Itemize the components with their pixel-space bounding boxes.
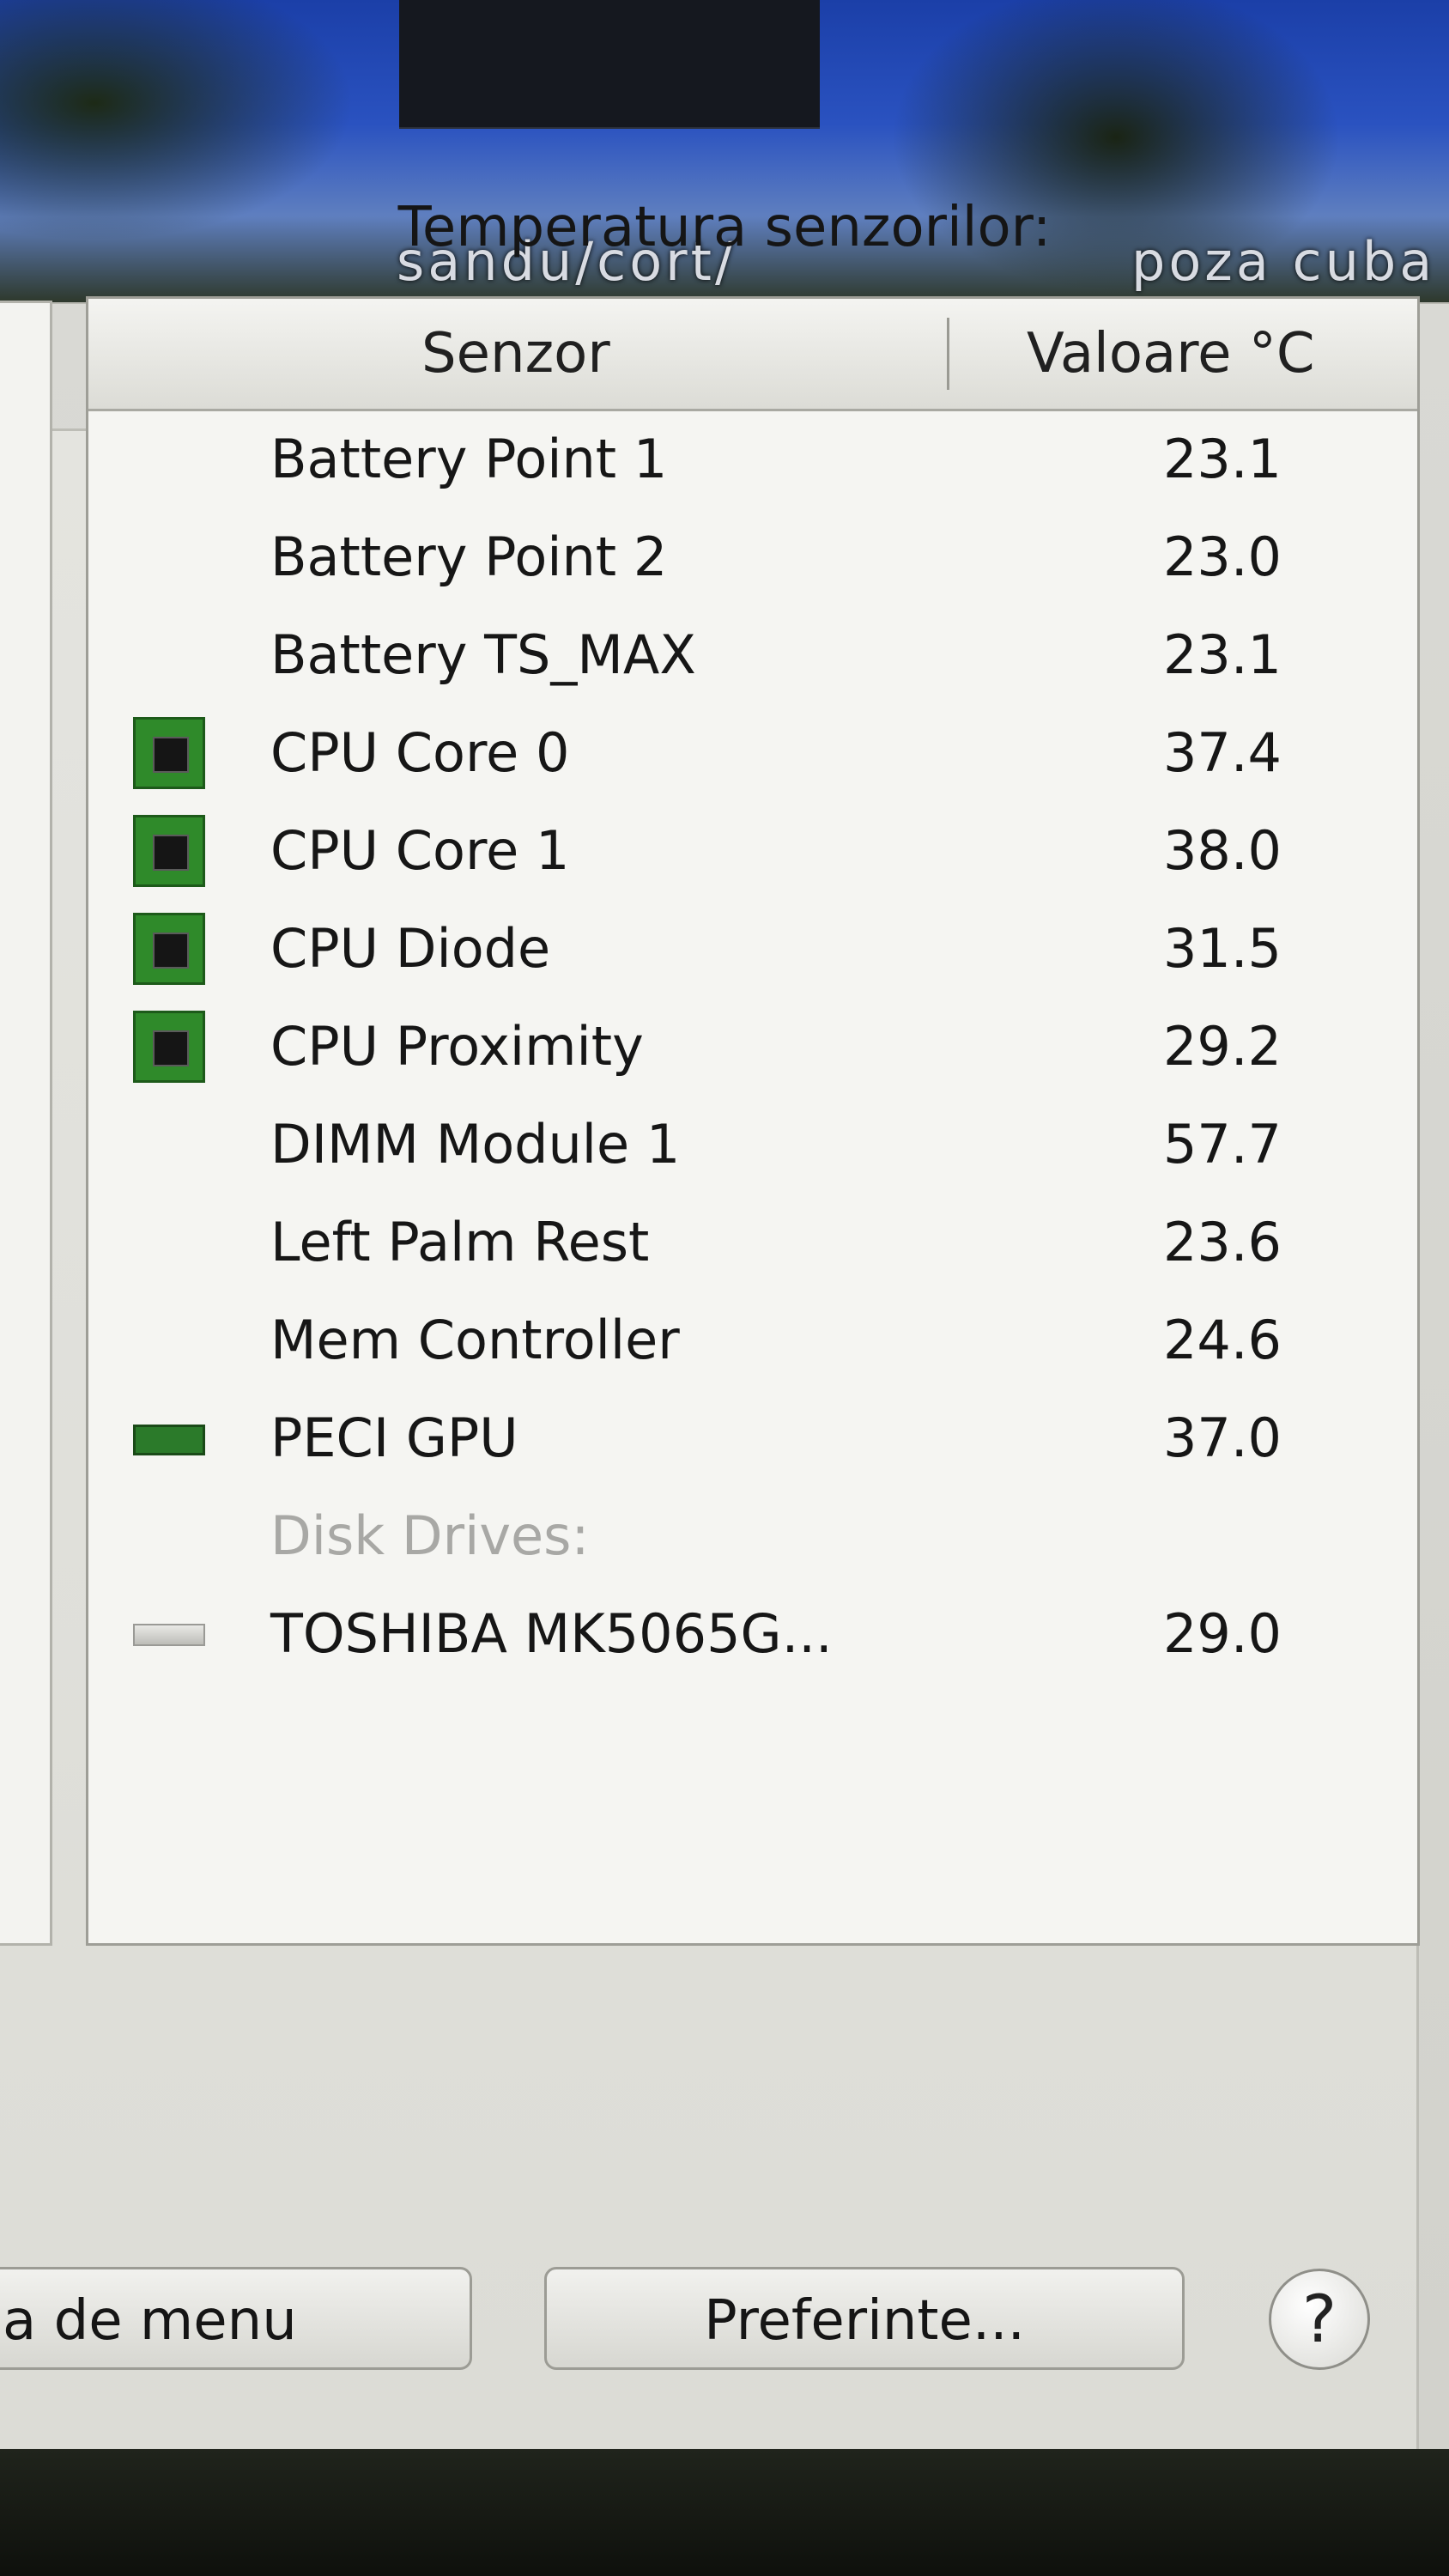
sensor-table[interactable]: Senzor Valoare °C Battery Point 1 23.1 Bat… bbox=[86, 296, 1420, 1946]
sensor-name: Left Palm Rest bbox=[270, 1211, 650, 1273]
sensor-name: Battery TS_MAX bbox=[270, 623, 696, 686]
column-divider[interactable] bbox=[947, 318, 949, 390]
sensor-name: Battery Point 1 bbox=[270, 428, 668, 490]
cpu-chip-icon-shape bbox=[133, 913, 205, 985]
desktop-background: sandu/cort/ poza cuba bbox=[0, 0, 1449, 309]
table-row[interactable]: DIMM Module 1 57.7 bbox=[88, 1096, 1417, 1194]
sensor-value: 23.1 bbox=[1162, 623, 1282, 686]
sensor-name: CPU Proximity bbox=[270, 1015, 644, 1078]
sensor-value: 29.0 bbox=[1162, 1602, 1282, 1665]
sensor-name: CPU Core 1 bbox=[270, 819, 570, 882]
table-row[interactable]: CPU Proximity 29.2 bbox=[88, 998, 1417, 1096]
column-header-sensor[interactable]: Senzor bbox=[421, 299, 610, 409]
table-header: Senzor Valoare °C bbox=[88, 299, 1417, 411]
preferences-button-label: Preferinte... bbox=[704, 2289, 1025, 2353]
sensor-name: CPU Diode bbox=[270, 917, 551, 980]
help-button[interactable]: ? bbox=[1269, 2269, 1370, 2370]
sensor-value: 23.6 bbox=[1162, 1211, 1282, 1273]
sensor-value: 23.0 bbox=[1162, 526, 1282, 588]
cpu-chip-icon-shape bbox=[133, 1011, 205, 1083]
cpu-chip-icon bbox=[133, 913, 205, 985]
sensor-value: 37.0 bbox=[1162, 1406, 1282, 1469]
cpu-chip-icon-shape bbox=[133, 815, 205, 887]
table-row[interactable]: TOSHIBA MK5065G... 29.0 bbox=[88, 1585, 1417, 1683]
sensor-name: PECI GPU bbox=[270, 1406, 518, 1469]
sensor-name: CPU Core 0 bbox=[270, 721, 570, 784]
sensor-value: 23.1 bbox=[1162, 428, 1282, 490]
sensor-value: 29.2 bbox=[1162, 1015, 1282, 1078]
sensor-value: 57.7 bbox=[1162, 1113, 1282, 1176]
panel-title: Temperatura senzorilor: bbox=[397, 196, 1052, 259]
section-header: Disk Drives: bbox=[88, 1487, 1417, 1585]
cpu-chip-icon-shape bbox=[133, 717, 205, 789]
sensor-name: Mem Controller bbox=[270, 1309, 680, 1371]
table-row[interactable]: Battery TS_MAX 23.1 bbox=[88, 606, 1417, 704]
sensor-name: TOSHIBA MK5065G... bbox=[270, 1602, 833, 1665]
desktop-thumbnail[interactable] bbox=[399, 0, 820, 129]
menu-button-label: a de menu bbox=[3, 2289, 297, 2353]
menu-button[interactable]: a de menu bbox=[0, 2267, 472, 2370]
sensor-value: 31.5 bbox=[1162, 917, 1282, 980]
table-row[interactable]: CPU Core 1 38.0 bbox=[88, 802, 1417, 900]
sensor-name: Battery Point 2 bbox=[270, 526, 668, 588]
table-row[interactable]: CPU Core 0 37.4 bbox=[88, 704, 1417, 802]
cpu-chip-icon bbox=[133, 717, 205, 789]
desktop-bottom bbox=[0, 2449, 1449, 2576]
hard-disk-icon bbox=[133, 1598, 205, 1670]
sensor-value: 38.0 bbox=[1162, 819, 1282, 882]
sensor-value: 24.6 bbox=[1162, 1309, 1282, 1371]
sensor-name: Disk Drives: bbox=[270, 1504, 590, 1567]
table-row[interactable]: Battery Point 2 23.0 bbox=[88, 508, 1417, 606]
cpu-chip-icon bbox=[133, 1011, 205, 1083]
gpu-card-icon bbox=[133, 1402, 205, 1474]
table-row[interactable]: CPU Diode 31.5 bbox=[88, 900, 1417, 998]
cpu-chip-icon bbox=[133, 815, 205, 887]
column-header-value[interactable]: Valoare °C bbox=[1027, 299, 1315, 409]
left-list-panel[interactable] bbox=[0, 301, 52, 1946]
sensor-value: 37.4 bbox=[1162, 721, 1282, 784]
gpu-card-icon-shape bbox=[133, 1425, 205, 1455]
sensor-name: DIMM Module 1 bbox=[270, 1113, 681, 1176]
help-icon: ? bbox=[1301, 2281, 1337, 2357]
table-row[interactable]: Mem Controller 24.6 bbox=[88, 1291, 1417, 1389]
table-row[interactable]: Battery Point 1 23.1 bbox=[88, 410, 1417, 508]
table-row[interactable]: PECI GPU 37.0 bbox=[88, 1389, 1417, 1487]
table-row[interactable]: Left Palm Rest 23.6 bbox=[88, 1194, 1417, 1291]
preferences-button[interactable]: Preferinte... bbox=[544, 2267, 1185, 2370]
hard-disk-icon-shape bbox=[133, 1624, 205, 1646]
